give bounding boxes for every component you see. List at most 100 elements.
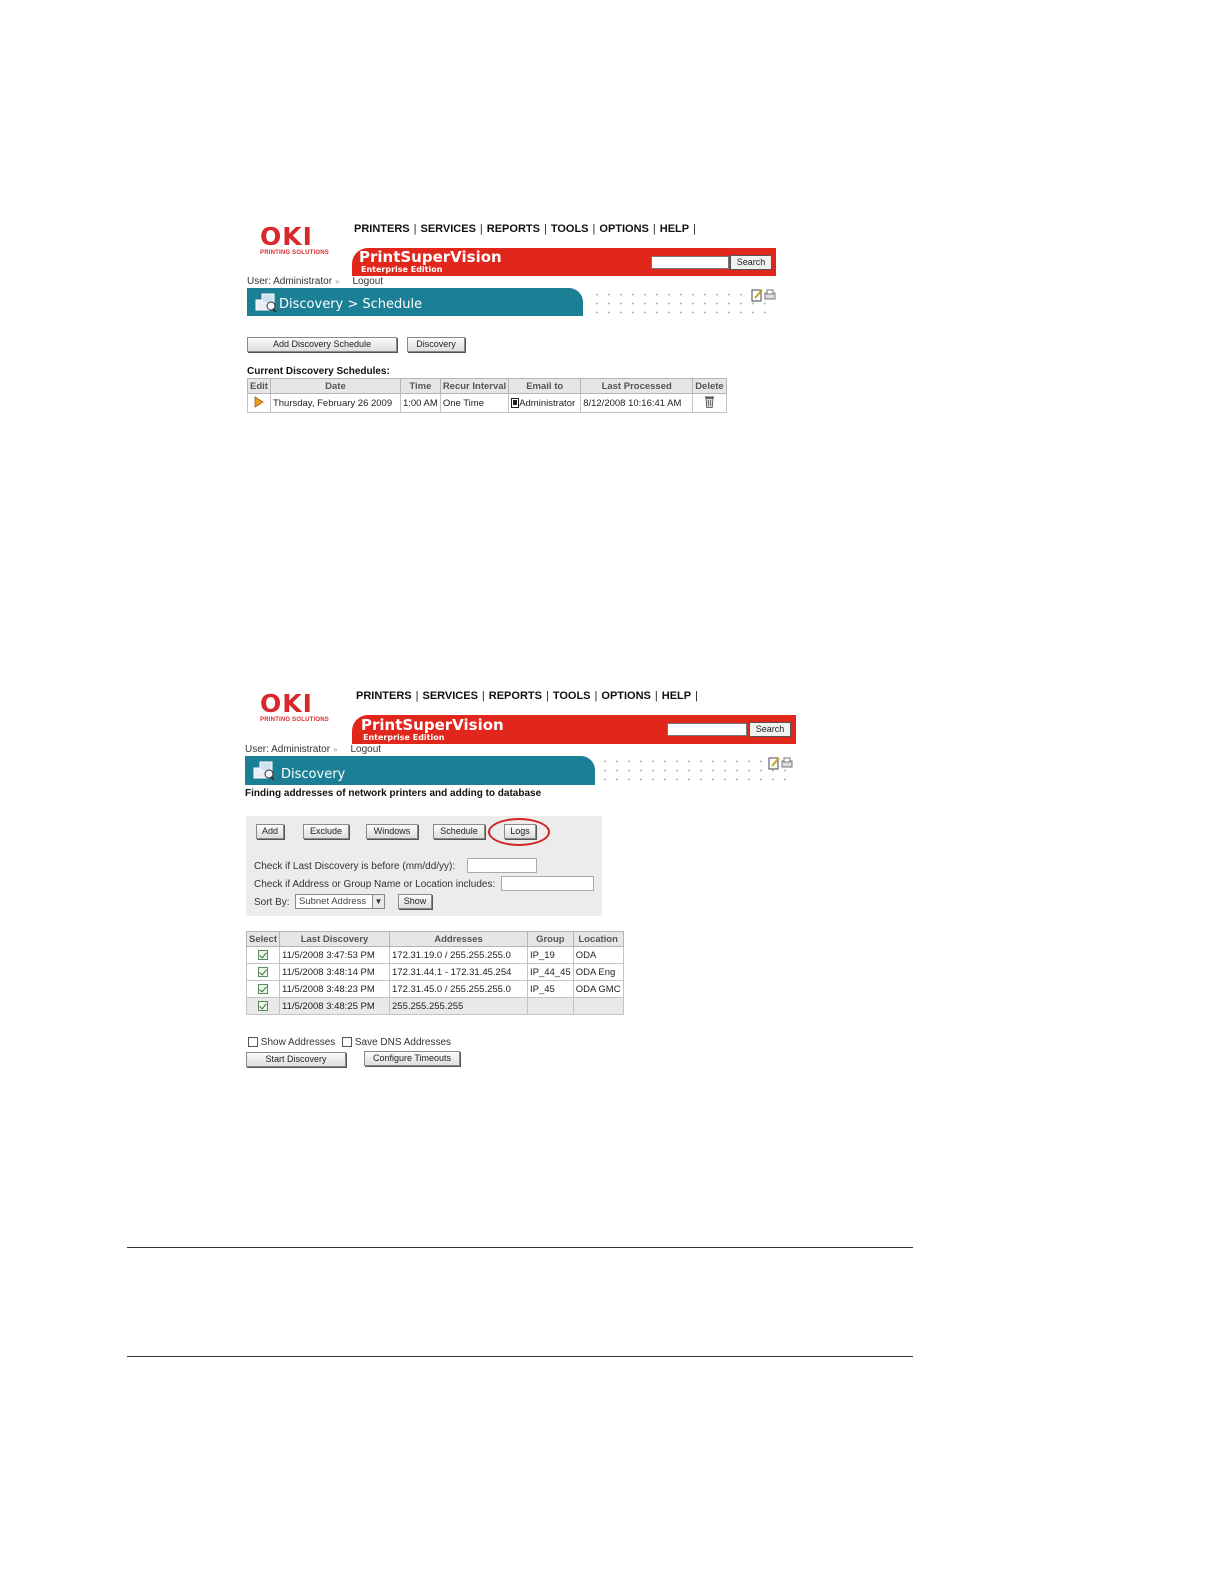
search-input[interactable] (667, 723, 747, 736)
page-title: Discovery (281, 767, 346, 782)
email-value: Administrator (519, 397, 576, 409)
group-cell[interactable] (527, 997, 574, 1015)
search-input[interactable] (651, 256, 729, 269)
table-row: 11/5/2008 3:48:23 PM 172.31.45.0 / 255.2… (246, 980, 624, 998)
product-name: PrintSuperVision (361, 716, 504, 734)
nav-services[interactable]: SERVICES (420, 223, 475, 235)
date-cell: Thursday, February 26 2009 (269, 393, 401, 413)
nav-tools[interactable]: TOOLS (551, 223, 589, 235)
logo-subtitle: PRINTING SOLUTIONS (260, 250, 329, 256)
save-dns-checkbox[interactable] (342, 1037, 353, 1048)
table-header-row: Select Last Discovery Addresses Group Lo… (246, 931, 624, 947)
nav-help[interactable]: HELP (660, 223, 689, 235)
page-title-bar: Discovery > Schedule (247, 288, 583, 316)
product-name: PrintSuperVision (359, 248, 502, 266)
col-location: Location (572, 931, 624, 947)
sort-by-select[interactable]: Subnet Address ▼ (295, 894, 385, 909)
address-cell: 255.255.255.255 (389, 997, 528, 1015)
table-row: Thursday, February 26 2009 1:00 AM One T… (247, 393, 727, 413)
configure-timeouts-button[interactable]: Configure Timeouts (364, 1051, 460, 1066)
email-icon (511, 397, 520, 408)
logout-link[interactable]: Logout (352, 276, 383, 287)
add-discovery-schedule-button[interactable]: Add Discovery Schedule (247, 337, 397, 352)
start-discovery-button[interactable]: Start Discovery (246, 1052, 346, 1067)
last-discovery-cell: 11/5/2008 3:48:23 PM (279, 980, 390, 998)
user-line: User: Administrator» Logout (245, 744, 381, 755)
location-cell: ODA GMC (572, 980, 624, 998)
delete-cell (692, 393, 727, 413)
windows-button[interactable]: Windows (366, 824, 418, 839)
table-row: 11/5/2008 3:47:53 PM 172.31.19.0 / 255.2… (246, 946, 624, 964)
page-title: Discovery > Schedule (279, 297, 423, 312)
select-cell (246, 963, 280, 981)
nav-tools[interactable]: TOOLS (553, 690, 591, 702)
highlight-circle (488, 818, 550, 846)
dotted-decoration (599, 757, 795, 787)
col-date: Date (269, 378, 401, 394)
col-select: Select (246, 931, 280, 947)
col-recur: Recur Interval (439, 378, 510, 394)
product-edition: Enterprise Edition (363, 733, 445, 742)
row-checkbox[interactable] (258, 1000, 268, 1011)
address-filter-input[interactable] (501, 876, 594, 891)
group-cell[interactable]: IP_45 (527, 980, 574, 998)
screenshot-discovery-schedule: OKI PRINTING SOLUTIONS PRINTERS | SERVICES… (246, 218, 798, 524)
nav-services[interactable]: SERVICES (422, 690, 477, 702)
oki-logo[interactable]: OKI PRINTING SOLUTIONS (260, 224, 360, 262)
trash-icon[interactable] (704, 395, 715, 408)
address-filter-label: Check if Address or Group Name or Locati… (254, 879, 496, 890)
row-checkbox[interactable] (258, 949, 268, 960)
last-discovery-input[interactable] (467, 858, 537, 873)
address-cell: 172.31.45.0 / 255.255.255.0 (389, 980, 528, 998)
discovery-button[interactable]: Discovery (407, 337, 465, 352)
col-delete: Delete (692, 378, 727, 394)
logo-subtitle: PRINTING SOLUTIONS (260, 717, 329, 723)
product-title: PrintSuperVision Enterprise Edition (361, 717, 504, 742)
chevron-down-icon[interactable]: ▼ (372, 895, 384, 908)
select-cell (246, 946, 280, 964)
sort-by-value: Subnet Address (299, 896, 367, 907)
show-addresses-checkbox[interactable] (248, 1037, 258, 1048)
nav-reports[interactable]: REPORTS (489, 690, 542, 702)
col-last-processed: Last Processed (580, 378, 694, 394)
address-cell: 172.31.19.0 / 255.255.255.0 (389, 946, 528, 964)
recur-cell: One Time (439, 393, 510, 413)
schedule-table: Edit Date Time Recur Interval Email to L… (247, 378, 727, 413)
add-button[interactable]: Add (256, 824, 284, 839)
search-button[interactable]: Search (749, 722, 791, 737)
nav-printers[interactable]: PRINTERS (354, 223, 410, 235)
logout-link[interactable]: Logout (350, 744, 381, 755)
nav-reports[interactable]: REPORTS (487, 223, 540, 235)
edit-page-icon[interactable] (751, 288, 777, 302)
search-button[interactable]: Search (730, 255, 772, 270)
save-dns-label: Save DNS Addresses (354, 1037, 452, 1048)
show-button[interactable]: Show (398, 894, 432, 909)
top-nav: PRINTERS | SERVICES | REPORTS | TOOLS | OPTIONS |… (354, 223, 696, 235)
table-row: 11/5/2008 3:48:14 PM 172.31.44.1 - 172.3… (246, 963, 624, 981)
last-discovery-cell: 11/5/2008 3:47:53 PM (279, 946, 390, 964)
schedule-button[interactable]: Schedule (433, 824, 485, 839)
nav-options[interactable]: OPTIONS (601, 690, 651, 702)
oki-logo[interactable]: OKI PRINTING SOLUTIONS (260, 691, 360, 729)
group-cell[interactable]: IP_44_45 (527, 963, 574, 981)
options-row: Show Addresses Save DNS Addresses (248, 1037, 455, 1048)
discovery-table: Select Last Discovery Addresses Group Lo… (246, 931, 624, 1015)
exclude-button[interactable]: Exclude (303, 824, 349, 839)
horizontal-rule (127, 1247, 913, 1248)
nav-help[interactable]: HELP (662, 690, 691, 702)
edit-pencil-icon[interactable] (253, 395, 265, 408)
page-subtitle: Finding addresses of network printers an… (245, 788, 542, 799)
arrow-icon: » (335, 277, 340, 286)
horizontal-rule (127, 1356, 913, 1357)
edit-page-icon[interactable] (768, 756, 794, 770)
col-edit: Edit (247, 378, 271, 394)
row-checkbox[interactable] (258, 983, 268, 994)
nav-printers[interactable]: PRINTERS (356, 690, 412, 702)
show-addresses-label: Show Addresses (260, 1037, 336, 1048)
location-cell: ODA (572, 946, 624, 964)
reports-icon (255, 293, 277, 312)
screenshot-discovery: OKI PRINTING SOLUTIONS PRINTERS | SERVICES… (244, 685, 800, 1075)
nav-options[interactable]: OPTIONS (599, 223, 649, 235)
row-checkbox[interactable] (258, 966, 268, 977)
group-cell[interactable]: IP_19 (527, 946, 574, 964)
